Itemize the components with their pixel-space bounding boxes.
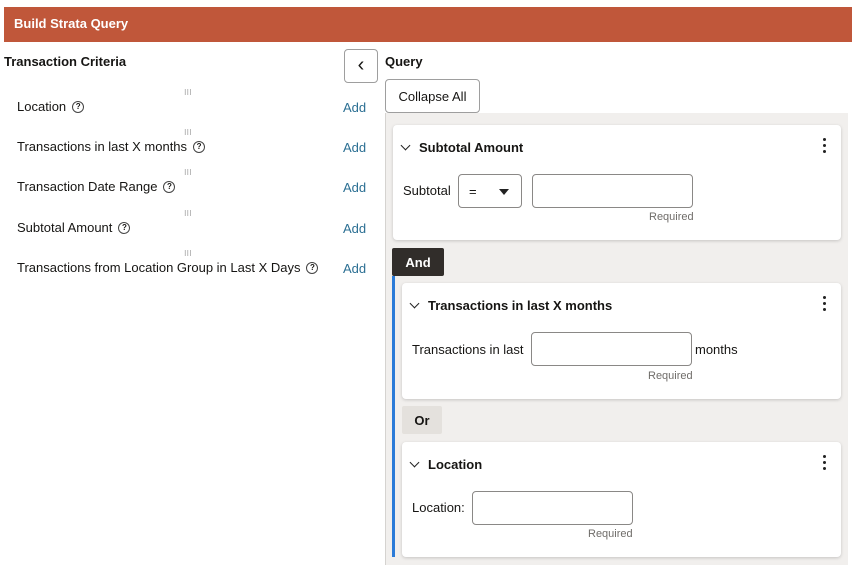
- dialog-title: Build Strata Query: [14, 16, 129, 31]
- required-hint: Required: [649, 211, 694, 223]
- criteria-item-label: Location: [17, 99, 67, 114]
- chevron-left-icon: ‹: [357, 53, 365, 76]
- criteria-item-label: Subtotal Amount: [17, 220, 113, 235]
- card-title: Location: [428, 457, 483, 472]
- more-options-icon[interactable]: [823, 138, 827, 156]
- card-header[interactable]: Location: [409, 457, 483, 472]
- help-icon[interactable]: ?: [72, 100, 85, 113]
- months-input[interactable]: [531, 332, 692, 366]
- drag-handle-icon[interactable]: ⁝⁝⁝: [184, 89, 192, 97]
- criteria-item-transaction-date-range[interactable]: Transaction Date Range ?: [17, 179, 176, 194]
- query-card-transactions-months: Transactions in last X months Transactio…: [402, 283, 841, 399]
- add-transaction-date-range-link[interactable]: Add: [343, 180, 366, 195]
- required-hint: Required: [588, 528, 633, 540]
- criteria-item-location-group-last-x-days[interactable]: Transactions from Location Group in Last…: [17, 260, 319, 275]
- help-icon[interactable]: ?: [163, 180, 176, 193]
- subtotal-input[interactable]: [532, 174, 693, 208]
- drag-handle-icon[interactable]: ⁝⁝⁝: [184, 250, 192, 258]
- chevron-down-icon[interactable]: [409, 298, 420, 309]
- card-header[interactable]: Subtotal Amount: [400, 140, 524, 155]
- subtotal-label: Subtotal: [403, 183, 451, 198]
- criteria-item-transactions-last-x-months[interactable]: Transactions in last X months ?: [17, 139, 206, 154]
- more-options-icon[interactable]: [823, 296, 827, 314]
- and-operator-toggle[interactable]: And: [392, 248, 444, 276]
- operator-select[interactable]: =: [458, 174, 522, 208]
- drag-handle-icon[interactable]: ⁝⁝⁝: [184, 169, 192, 177]
- criteria-item-label: Transaction Date Range: [17, 179, 158, 194]
- help-icon[interactable]: ?: [118, 221, 131, 234]
- criteria-item-subtotal-amount[interactable]: Subtotal Amount ?: [17, 220, 131, 235]
- location-input[interactable]: [472, 491, 633, 525]
- query-card-location: Location Location: Required: [402, 442, 841, 557]
- card-title: Subtotal Amount: [419, 140, 524, 155]
- chevron-down-icon[interactable]: [400, 140, 411, 151]
- operator-value: =: [469, 184, 477, 199]
- or-operator-toggle[interactable]: Or: [402, 406, 442, 434]
- criteria-item-label: Transactions in last X months: [17, 139, 188, 154]
- criteria-title: Transaction Criteria: [4, 54, 127, 69]
- transactions-in-last-label: Transactions in last: [412, 342, 524, 357]
- help-icon[interactable]: ?: [306, 261, 319, 274]
- add-location-link[interactable]: Add: [343, 100, 366, 115]
- criteria-item-location[interactable]: Location ?: [17, 99, 85, 114]
- dialog-header: Build Strata Query: [4, 7, 852, 42]
- add-location-group-link[interactable]: Add: [343, 261, 366, 276]
- months-suffix: months: [695, 342, 738, 357]
- drag-handle-icon[interactable]: ⁝⁝⁝: [184, 129, 192, 137]
- chevron-down-icon[interactable]: [409, 457, 420, 468]
- caret-down-icon: [499, 189, 509, 195]
- collapse-all-button[interactable]: Collapse All: [385, 79, 480, 113]
- add-transactions-last-x-months-link[interactable]: Add: [343, 140, 366, 155]
- card-header[interactable]: Transactions in last X months: [409, 298, 613, 313]
- required-hint: Required: [648, 370, 693, 382]
- criteria-item-label: Transactions from Location Group in Last…: [17, 260, 301, 275]
- help-icon[interactable]: ?: [193, 140, 206, 153]
- query-title: Query: [385, 54, 423, 69]
- card-title: Transactions in last X months: [428, 298, 613, 313]
- location-label: Location:: [412, 500, 465, 515]
- collapse-panel-button[interactable]: ‹: [344, 49, 378, 83]
- and-group-bar: [392, 276, 395, 557]
- drag-handle-icon[interactable]: ⁝⁝⁝: [184, 210, 192, 218]
- query-card-subtotal: Subtotal Amount Subtotal = Required: [393, 125, 841, 240]
- more-options-icon[interactable]: [823, 455, 827, 473]
- add-subtotal-amount-link[interactable]: Add: [343, 221, 366, 236]
